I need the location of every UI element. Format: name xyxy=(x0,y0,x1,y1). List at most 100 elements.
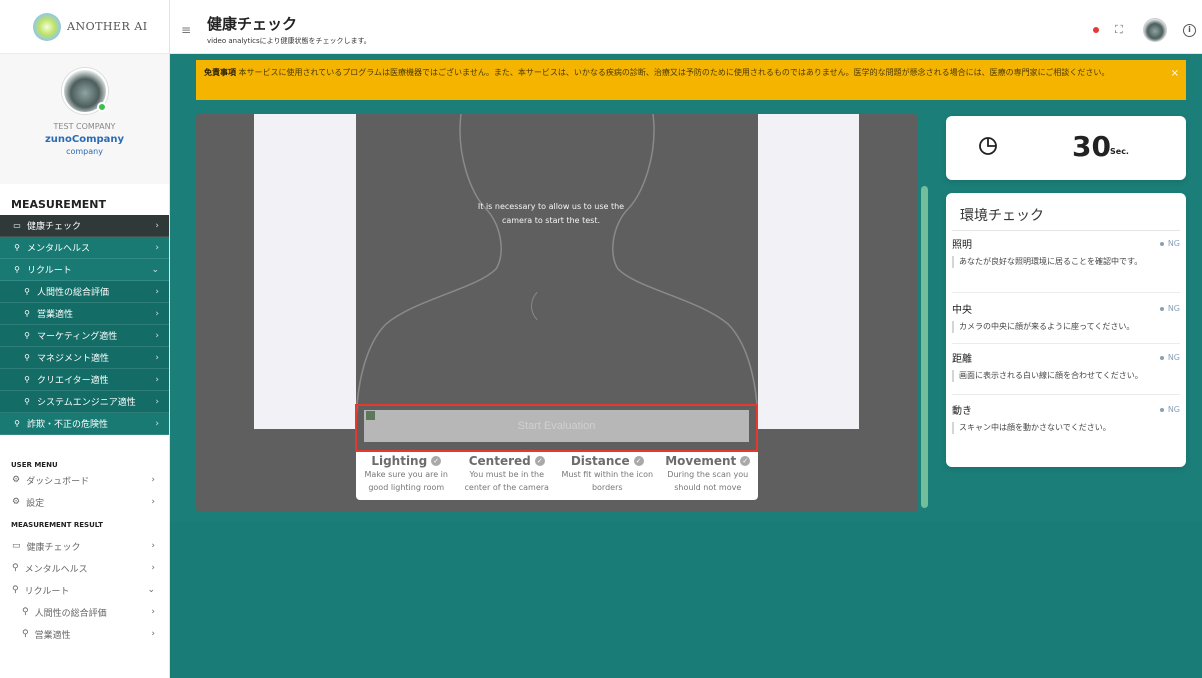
divider xyxy=(952,292,1180,293)
pie-chart-icon xyxy=(979,137,997,155)
chevron-right-icon: › xyxy=(155,286,159,297)
nav-item-management[interactable]: ⚲ マネジメント適性 › xyxy=(0,347,169,369)
header-actions: ⛶ i xyxy=(1093,18,1196,42)
chevron-right-icon: › xyxy=(155,308,159,319)
company-sub: company xyxy=(66,147,103,156)
check-icon: ✓ xyxy=(740,456,751,466)
nav-item-marketing[interactable]: ⚲ マーケティング適性 › xyxy=(0,325,169,347)
close-icon[interactable]: × xyxy=(1171,66,1179,81)
measurement-nav: ▭ 健康チェック › ⚲ メンタルヘルス › ⚲ リクルート ⌄ ⚲ 人間性の総合評価 … xyxy=(0,215,169,435)
nav-label: 健康チェック xyxy=(27,222,82,232)
nav-item-system-engineer[interactable]: ⚲ システムエンジニア適性 › xyxy=(0,391,169,413)
timer-card: 30 Sec. xyxy=(946,116,1186,180)
criterion-centered: Centered ✓ You must be in the center of t… xyxy=(457,452,558,500)
env-item-desc: 画面に表示される白い線に顔を合わせてください。 xyxy=(952,370,1180,382)
camera-panel: It is necessary to allow us to use the c… xyxy=(196,114,918,512)
env-item-lighting: 照明 NG あなたが良好な照明環境に居ることを確認中です。 xyxy=(952,236,1180,268)
company-name[interactable]: zunoCompany xyxy=(45,134,124,145)
nav-label: 営業適性 xyxy=(37,310,74,320)
env-item-desc: あなたが良好な照明環境に居ることを確認中です。 xyxy=(952,256,1180,268)
chevron-right-icon: › xyxy=(151,541,155,551)
disclaimer-text: 本サービスに使用されているプログラムは医療機器ではございません。また、本サービス… xyxy=(236,68,1110,77)
brand[interactable]: ANOTHER AI xyxy=(0,0,169,54)
criterion-title: Centered xyxy=(468,454,531,468)
chevron-right-icon: › xyxy=(155,418,159,429)
result-item-recruit[interactable]: ⚲ リクルート ⌄ xyxy=(0,579,169,601)
criterion-movement: Movement ✓ During the scan you should not… xyxy=(658,452,759,500)
nav-label: メンタルヘルス xyxy=(27,244,91,254)
env-item-name: 動き xyxy=(952,406,972,417)
pin-icon: ⚲ xyxy=(24,353,30,362)
chevron-right-icon: › xyxy=(155,330,159,341)
chevron-right-icon: › xyxy=(155,396,159,407)
chevron-right-icon: › xyxy=(155,374,159,385)
pin-icon: ⚲ xyxy=(14,243,20,252)
timer-unit: Sec. xyxy=(1110,147,1129,156)
user-avatar[interactable] xyxy=(1143,18,1167,42)
fullscreen-icon[interactable]: ⛶ xyxy=(1115,24,1127,36)
pin-icon: ⚲ xyxy=(22,607,29,617)
env-item-status: NG xyxy=(1167,405,1180,414)
pin-icon: ⚲ xyxy=(14,265,20,274)
menu-label: 健康チェック xyxy=(26,542,81,553)
criterion-title: Distance xyxy=(570,454,630,468)
env-item-desc: カメラの中央に顔が来るように座ってください。 xyxy=(952,321,1180,333)
nav-item-fraud-risk[interactable]: ⚲ 詐欺・不正の危険性 › xyxy=(0,413,169,435)
timer-value: 30 xyxy=(1072,130,1111,163)
nav-label: クリエイター適性 xyxy=(37,376,109,386)
menu-item-dashboard[interactable]: ⚙ ダッシュボード › xyxy=(0,469,169,491)
divider xyxy=(952,230,1180,231)
content-background xyxy=(170,522,1202,678)
criterion-desc: Must fit within the icon borders xyxy=(561,470,654,492)
pin-icon: ⚲ xyxy=(24,287,30,296)
loading-spinner-icon xyxy=(531,286,571,326)
pin-icon: ⚲ xyxy=(24,331,30,340)
nav-item-creator[interactable]: ⚲ クリエイター適性 › xyxy=(0,369,169,391)
status-dot-icon xyxy=(1159,241,1164,246)
status-dot-icon xyxy=(1159,355,1164,360)
top-header: ≡ 健康チェック video analyticsにより健康状態をチェックします。… xyxy=(170,0,1202,54)
menu-item-settings[interactable]: ⚙ 設定 › xyxy=(0,491,169,513)
info-icon[interactable]: i xyxy=(1183,23,1196,37)
nav-item-health-check[interactable]: ▭ 健康チェック › xyxy=(0,215,169,237)
page-title: 健康チェック xyxy=(207,15,298,33)
chevron-right-icon: › xyxy=(155,220,159,231)
scrollbar[interactable] xyxy=(921,186,928,508)
chevron-right-icon: › xyxy=(151,497,155,507)
env-item-status: NG xyxy=(1167,353,1180,362)
result-item-sales[interactable]: ⚲ 営業適性 › xyxy=(0,623,169,645)
check-icon: ✓ xyxy=(633,456,644,466)
brand-logo-icon xyxy=(33,12,61,41)
disclaimer-label: 免責事項 xyxy=(204,68,236,77)
chevron-right-icon: › xyxy=(151,475,155,485)
nav-label: マネジメント適性 xyxy=(37,354,110,364)
env-item-movement: 動き NG スキャン中は顔を動かさないでください。 xyxy=(952,402,1180,434)
nav-label: 詐欺・不正の危険性 xyxy=(27,420,109,430)
env-item-status: NG xyxy=(1167,239,1180,248)
nav-label: マーケティング適性 xyxy=(37,332,118,342)
avatar[interactable] xyxy=(61,68,108,114)
result-item-personality[interactable]: ⚲ 人間性の総合評価 › xyxy=(0,601,169,623)
chevron-right-icon: › xyxy=(151,563,155,573)
nav-label: リクルート xyxy=(27,266,72,276)
nav-item-sales[interactable]: ⚲ 営業適性 › xyxy=(0,303,169,325)
status-dot-icon xyxy=(1159,306,1164,311)
nav-item-recruit[interactable]: ⚲ リクルート ⌄ xyxy=(0,259,169,281)
criterion-desc: Make sure you are in good lighting room xyxy=(364,470,448,492)
env-item-name: 中央 xyxy=(952,305,972,316)
divider xyxy=(952,343,1180,344)
criterion-desc: You must be in the center of the camera xyxy=(464,470,549,492)
criteria-panel: Lighting ✓ Make sure you are in good ligh… xyxy=(356,452,758,500)
status-dot-icon xyxy=(1159,407,1164,412)
nav-item-mental-health[interactable]: ⚲ メンタルヘルス › xyxy=(0,237,169,259)
result-item-health-check[interactable]: ▭ 健康チェック › xyxy=(0,535,169,557)
env-item-name: 距離 xyxy=(952,354,972,365)
nav-item-personality[interactable]: ⚲ 人間性の総合評価 › xyxy=(0,281,169,303)
dashboard-icon: ⚙ xyxy=(12,475,21,485)
criterion-desc: During the scan you should not move xyxy=(667,470,749,492)
pin-icon: ⚲ xyxy=(12,563,19,573)
result-item-mental-health[interactable]: ⚲ メンタルヘルス › xyxy=(0,557,169,579)
face-guide-icon xyxy=(356,114,758,429)
hamburger-menu-icon[interactable]: ≡ xyxy=(181,24,195,36)
environment-check-card: 環境チェック 照明 NG あなたが良好な照明環境に居ることを確認中です。 中央 NG… xyxy=(946,193,1186,467)
